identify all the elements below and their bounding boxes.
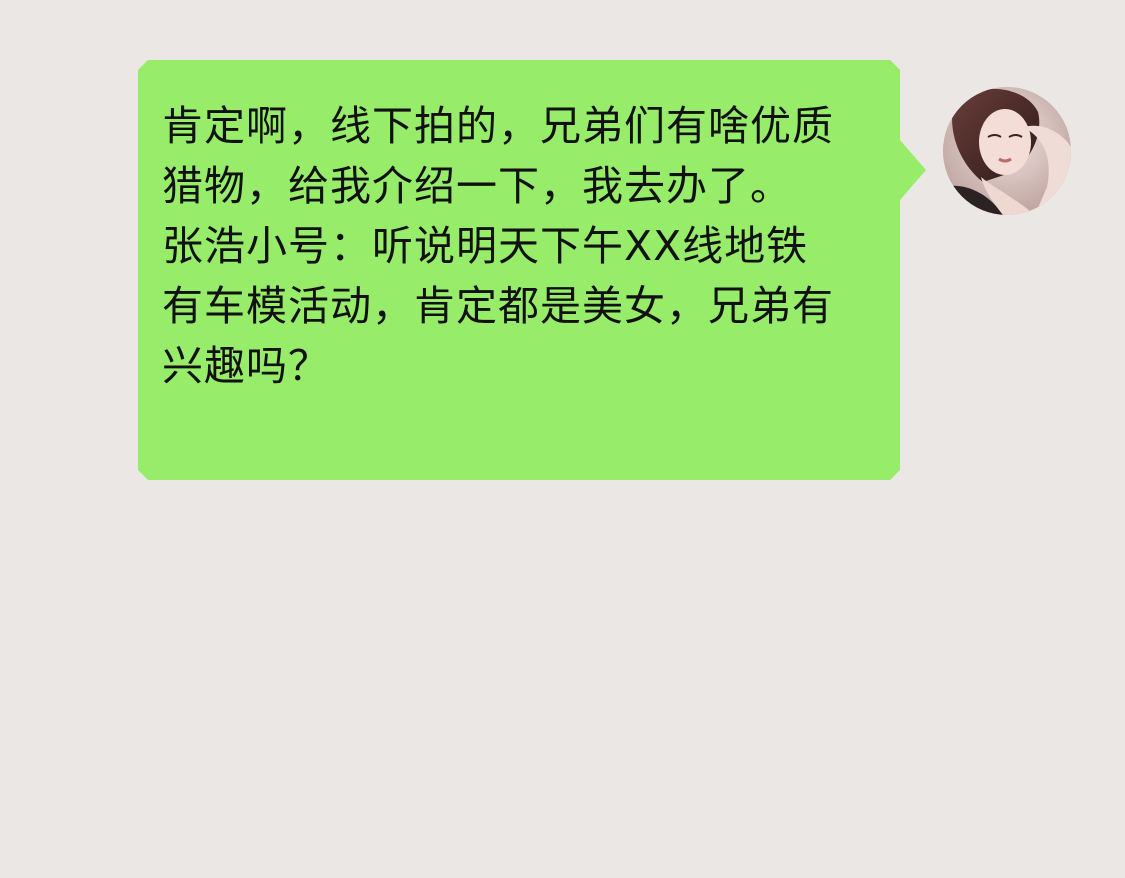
message-text: 肯定啊，线下拍的，兄弟们有啥优质 猎物，给我介绍一下，我去办了。 张浩小号：听说… <box>162 96 892 396</box>
message-line: 有车模活动，肯定都是美女，兄弟有 <box>162 282 834 330</box>
message-line: 张浩小号：听说明天下午XX线地铁 <box>162 222 809 270</box>
chat-area: 肯定啊，线下拍的，兄弟们有啥优质 猎物，给我介绍一下，我去办了。 张浩小号：听说… <box>0 0 1125 878</box>
message-line: 肯定啊，线下拍的，兄弟们有啥优质 <box>162 102 834 150</box>
message-line: 兴趣吗？ <box>162 342 330 390</box>
user-avatar-photo-icon <box>943 87 1071 215</box>
message-line: 猎物，给我介绍一下，我去办了。 <box>162 162 792 210</box>
avatar[interactable] <box>943 87 1071 215</box>
chat-message-row: 肯定啊，线下拍的，兄弟们有啥优质 猎物，给我介绍一下，我去办了。 张浩小号：听说… <box>0 0 1125 500</box>
